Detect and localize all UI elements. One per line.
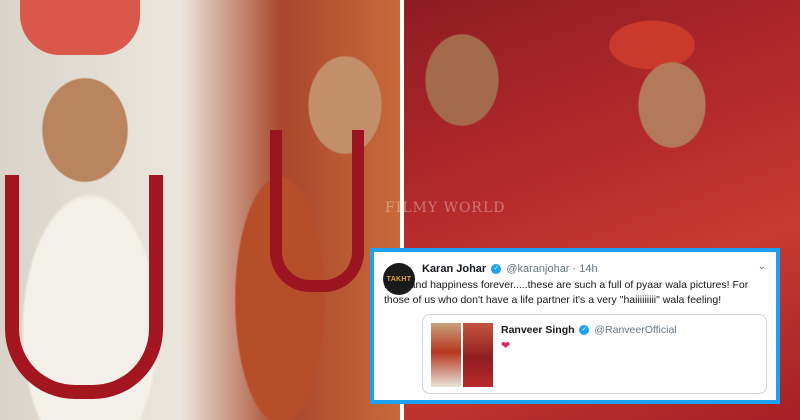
garland-right [270, 130, 364, 292]
verified-badge-icon: ✓ [491, 264, 502, 275]
quoted-tweet[interactable]: Ranveer Singh ✓ @RanveerOfficial ❤ [422, 314, 767, 394]
quoted-author-name[interactable]: Ranveer Singh [501, 324, 575, 336]
turban-shape [20, 0, 140, 55]
quoted-tweet-thumbnail[interactable] [431, 323, 493, 387]
tweet-text: Love and happiness forever.....these are… [384, 279, 749, 306]
tweet-time[interactable]: · 14h [573, 263, 598, 275]
wedding-photo-left [0, 0, 402, 420]
chevron-down-icon[interactable]: ⌄ [758, 261, 766, 272]
quoted-author-handle[interactable]: @RanveerOfficial [594, 324, 676, 336]
garland-left [5, 175, 163, 399]
thumbnail-photo-left [431, 323, 461, 387]
heart-icon: ❤ [501, 340, 511, 352]
tweet-header: Karan Johar ✓ @karanjohar · 14h [422, 263, 598, 275]
author-name[interactable]: Karan Johar [422, 263, 486, 275]
thumbnail-photo-right [463, 323, 493, 387]
quoted-tweet-header: Ranveer Singh ✓ @RanveerOfficial [501, 324, 677, 336]
tweet-card[interactable]: TAKHT Karan Johar ✓ @karanjohar · 14h ⌄ … [370, 248, 780, 404]
verified-badge-icon: ✓ [579, 325, 590, 336]
author-handle[interactable]: @karanjohar [506, 263, 569, 275]
watermark: FILMY WORLD [385, 200, 506, 216]
